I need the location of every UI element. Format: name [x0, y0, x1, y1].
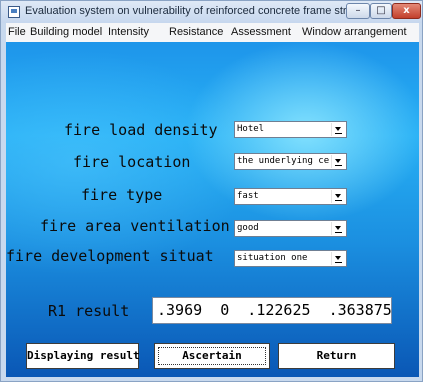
ascertain-label: Ascertain	[182, 349, 242, 362]
fire-development-situation-value: situation one	[237, 253, 308, 263]
fire-location-select[interactable]: the underlying center	[234, 153, 347, 170]
return-button[interactable]: Return	[278, 343, 395, 369]
fire-type-value: fast	[237, 191, 259, 201]
app-icon	[8, 6, 20, 18]
fire-type-label: fire type	[81, 186, 163, 204]
dropdown-arrow-icon[interactable]	[331, 222, 345, 235]
fire-load-density-select[interactable]: Hotel	[234, 121, 347, 138]
menu-window-arrangement[interactable]: Window arrangement	[302, 26, 407, 38]
fire-area-ventilation-value: good	[237, 223, 259, 233]
menu-file[interactable]: File	[8, 26, 26, 38]
app-window: Evaluation system on vulnerability of re…	[0, 0, 423, 382]
close-button[interactable]: x	[392, 3, 421, 19]
fire-location-value: the underlying center	[237, 156, 329, 166]
menu-assessment[interactable]: Assessment	[231, 26, 291, 38]
fire-type-select[interactable]: fast	[234, 188, 347, 205]
fire-location-label: fire location	[73, 153, 191, 171]
fire-development-situation-select[interactable]: situation one	[234, 250, 347, 267]
title-bar[interactable]: Evaluation system on vulnerability of re…	[1, 1, 422, 23]
dropdown-arrow-icon[interactable]	[331, 190, 345, 203]
menu-resistance[interactable]: Resistance	[169, 26, 223, 38]
fire-load-density-label: fire load density	[64, 121, 218, 139]
displaying-result-button[interactable]: Displaying result	[26, 343, 140, 369]
dropdown-arrow-icon[interactable]	[331, 252, 345, 265]
ascertain-button[interactable]: Ascertain	[154, 343, 270, 369]
dropdown-arrow-icon[interactable]	[331, 123, 345, 136]
dropdown-arrow-icon[interactable]	[331, 155, 345, 168]
menu-intensity[interactable]: Intensity	[108, 26, 149, 38]
fire-development-situation-label: fire development situat	[6, 247, 214, 265]
minimize-button[interactable]: –	[346, 3, 370, 19]
maximize-button[interactable]: □	[370, 3, 392, 19]
fire-area-ventilation-select[interactable]: good	[234, 220, 347, 237]
fire-load-density-value: Hotel	[237, 124, 265, 134]
menu-bar: File Building model Intensity Resistance…	[6, 23, 419, 43]
r1-result-field[interactable]: .3969 0 .122625 .363875	[152, 297, 392, 324]
window-title: Evaluation system on vulnerability of re…	[25, 5, 368, 17]
menu-building-model[interactable]: Building model	[30, 26, 102, 38]
r1-result-label: R1 result	[48, 302, 130, 320]
form-panel: fire load density Hotel fire location th…	[6, 42, 419, 377]
fire-area-ventilation-label: fire area ventilation	[40, 217, 230, 235]
